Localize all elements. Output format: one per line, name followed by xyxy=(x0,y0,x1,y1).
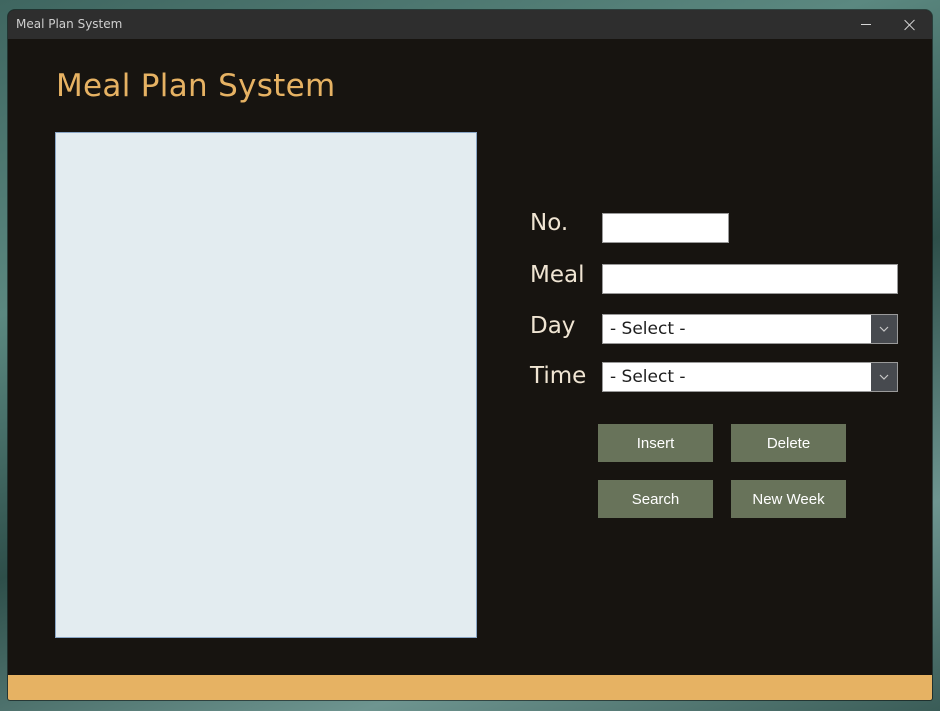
day-select-value: - Select - xyxy=(610,319,686,339)
no-input[interactable] xyxy=(602,213,729,243)
chevron-down-icon xyxy=(879,374,889,380)
minimize-icon xyxy=(861,24,871,25)
time-select-value: - Select - xyxy=(610,367,686,387)
no-label: No. xyxy=(530,210,569,236)
search-button[interactable]: Search xyxy=(598,480,713,518)
footer-bar xyxy=(8,675,932,700)
close-icon xyxy=(904,19,916,31)
new-week-button[interactable]: New Week xyxy=(731,480,846,518)
delete-button[interactable]: Delete xyxy=(731,424,846,462)
time-label: Time xyxy=(530,363,587,389)
minimize-button[interactable] xyxy=(844,10,888,39)
page-title: Meal Plan System xyxy=(56,68,336,104)
time-dropdown-button[interactable] xyxy=(871,363,897,391)
meal-input[interactable] xyxy=(602,264,898,294)
time-select[interactable]: - Select - xyxy=(602,362,898,392)
day-dropdown-button[interactable] xyxy=(871,315,897,343)
chevron-down-icon xyxy=(879,326,889,332)
window-title: Meal Plan System xyxy=(16,17,123,31)
day-label: Day xyxy=(530,313,576,339)
meal-label: Meal xyxy=(530,262,585,288)
insert-button[interactable]: Insert xyxy=(598,424,713,462)
title-bar[interactable]: Meal Plan System xyxy=(8,10,932,39)
app-window: Meal Plan System Meal Plan System No. Me… xyxy=(8,10,932,700)
close-button[interactable] xyxy=(888,10,932,39)
meal-list-box[interactable] xyxy=(55,132,477,638)
day-select[interactable]: - Select - xyxy=(602,314,898,344)
